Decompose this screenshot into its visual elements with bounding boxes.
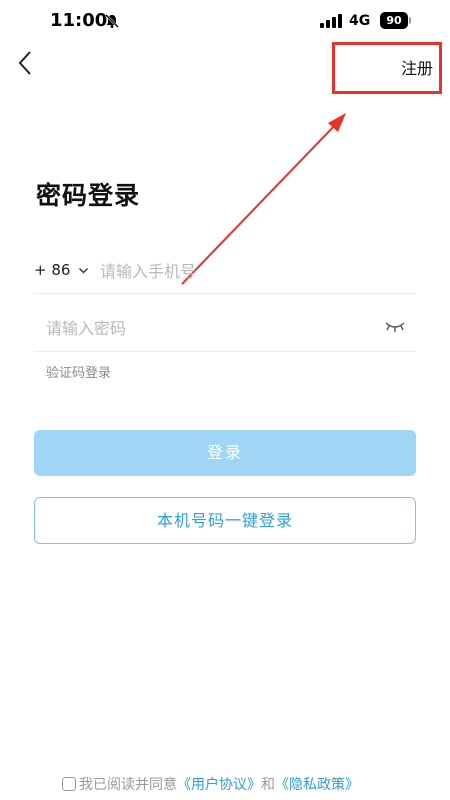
bell-muted-icon <box>105 14 119 28</box>
network-label: 4G <box>349 13 371 29</box>
chevron-down-icon[interactable] <box>78 265 89 276</box>
agreement-connector: 和 <box>261 777 275 793</box>
battery-icon: 90 <box>380 12 408 29</box>
sms-code-login-link[interactable]: 验证码登录 <box>46 362 111 381</box>
register-label: 注册 <box>400 59 433 78</box>
register-button[interactable]: 注册 <box>332 42 442 94</box>
agreement-checkbox[interactable] <box>62 777 76 791</box>
login-button[interactable]: 登录 <box>34 430 416 476</box>
status-bar: 11:00 4G 90 <box>0 0 450 44</box>
password-input[interactable] <box>46 313 366 343</box>
battery-tip <box>409 17 411 24</box>
chevron-left-icon <box>18 51 31 75</box>
page-title: 密码登录 <box>36 181 141 210</box>
phone-input[interactable] <box>100 256 400 286</box>
agreement-prefix: 我已阅读并同意 <box>79 777 177 793</box>
privacy-policy-link[interactable]: 《隐私政策》 <box>275 777 359 793</box>
eye-closed-icon[interactable] <box>384 320 406 334</box>
password-row <box>34 308 416 352</box>
status-time: 11:00 <box>50 10 108 31</box>
country-code-selector[interactable]: + 86 <box>34 261 70 279</box>
signal-icon <box>320 14 342 28</box>
phone-row: + 86 <box>34 250 416 294</box>
annotation-arrow <box>181 113 346 285</box>
one-key-login-button[interactable]: 本机号码一键登录 <box>34 497 416 544</box>
user-agreement-link[interactable]: 《用户协议》 <box>177 777 261 793</box>
agreement-row: 我已阅读并同意《用户协议》和《隐私政策》 <box>62 774 359 794</box>
back-button[interactable] <box>12 48 42 78</box>
